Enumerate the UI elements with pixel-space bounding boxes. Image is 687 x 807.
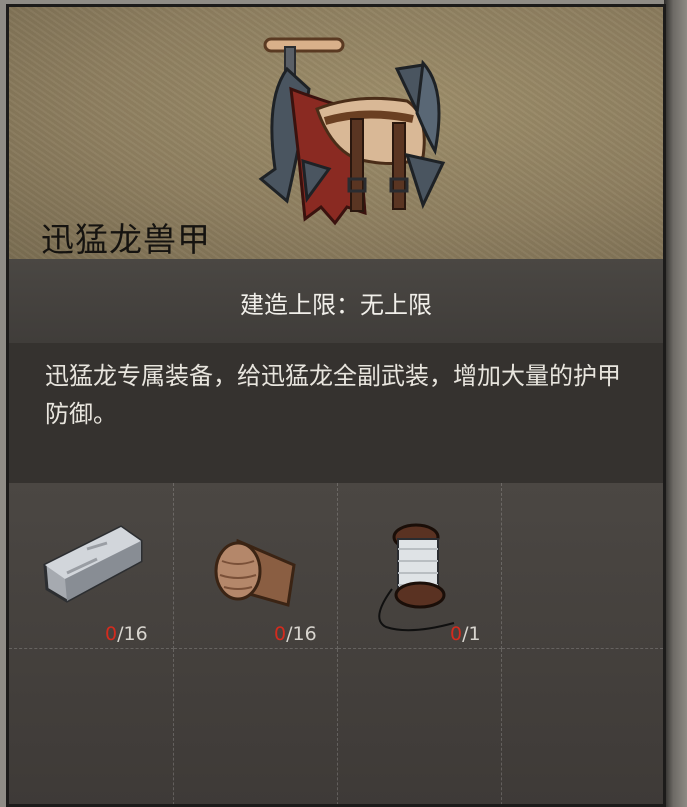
materials-grid: 0/16 0/16 0/1	[9, 483, 663, 804]
item-detail-panel: 迅猛龙兽甲 建造上限：无上限 迅猛龙专属装备，给迅猛龙全副武装，增加大量的护甲防…	[6, 4, 666, 807]
metal-ingot-icon	[43, 525, 143, 603]
thread-spool-icon	[378, 523, 455, 632]
item-title: 迅猛龙兽甲	[41, 220, 211, 259]
material-slot-empty[interactable]	[338, 649, 502, 804]
leather-roll-icon	[214, 538, 296, 607]
material-slot[interactable]: 0/1	[338, 483, 502, 649]
material-slot[interactable]: 0/16	[174, 483, 338, 649]
item-description: 迅猛龙专属装备，给迅猛龙全副武装，增加大量的护甲防御。	[9, 343, 663, 483]
build-limit-text: 建造上限：无上限	[240, 291, 432, 319]
material-slot-empty[interactable]	[174, 649, 338, 804]
build-limit-row: 建造上限：无上限	[9, 259, 663, 343]
material-slot-empty[interactable]	[9, 649, 174, 804]
raptor-saddle-icon	[258, 37, 446, 226]
item-header: 迅猛龙兽甲	[9, 7, 663, 259]
material-slot[interactable]: 0/16	[9, 483, 174, 649]
material-slot-empty[interactable]	[502, 649, 663, 804]
material-count: 0/1	[450, 623, 481, 645]
material-count: 0/16	[105, 623, 148, 645]
material-count: 0/16	[274, 623, 317, 645]
background-edge	[664, 0, 687, 807]
description-text: 迅猛龙专属装备，给迅猛龙全副武装，增加大量的护甲防御。	[45, 362, 621, 428]
material-slot-empty[interactable]	[502, 483, 663, 649]
